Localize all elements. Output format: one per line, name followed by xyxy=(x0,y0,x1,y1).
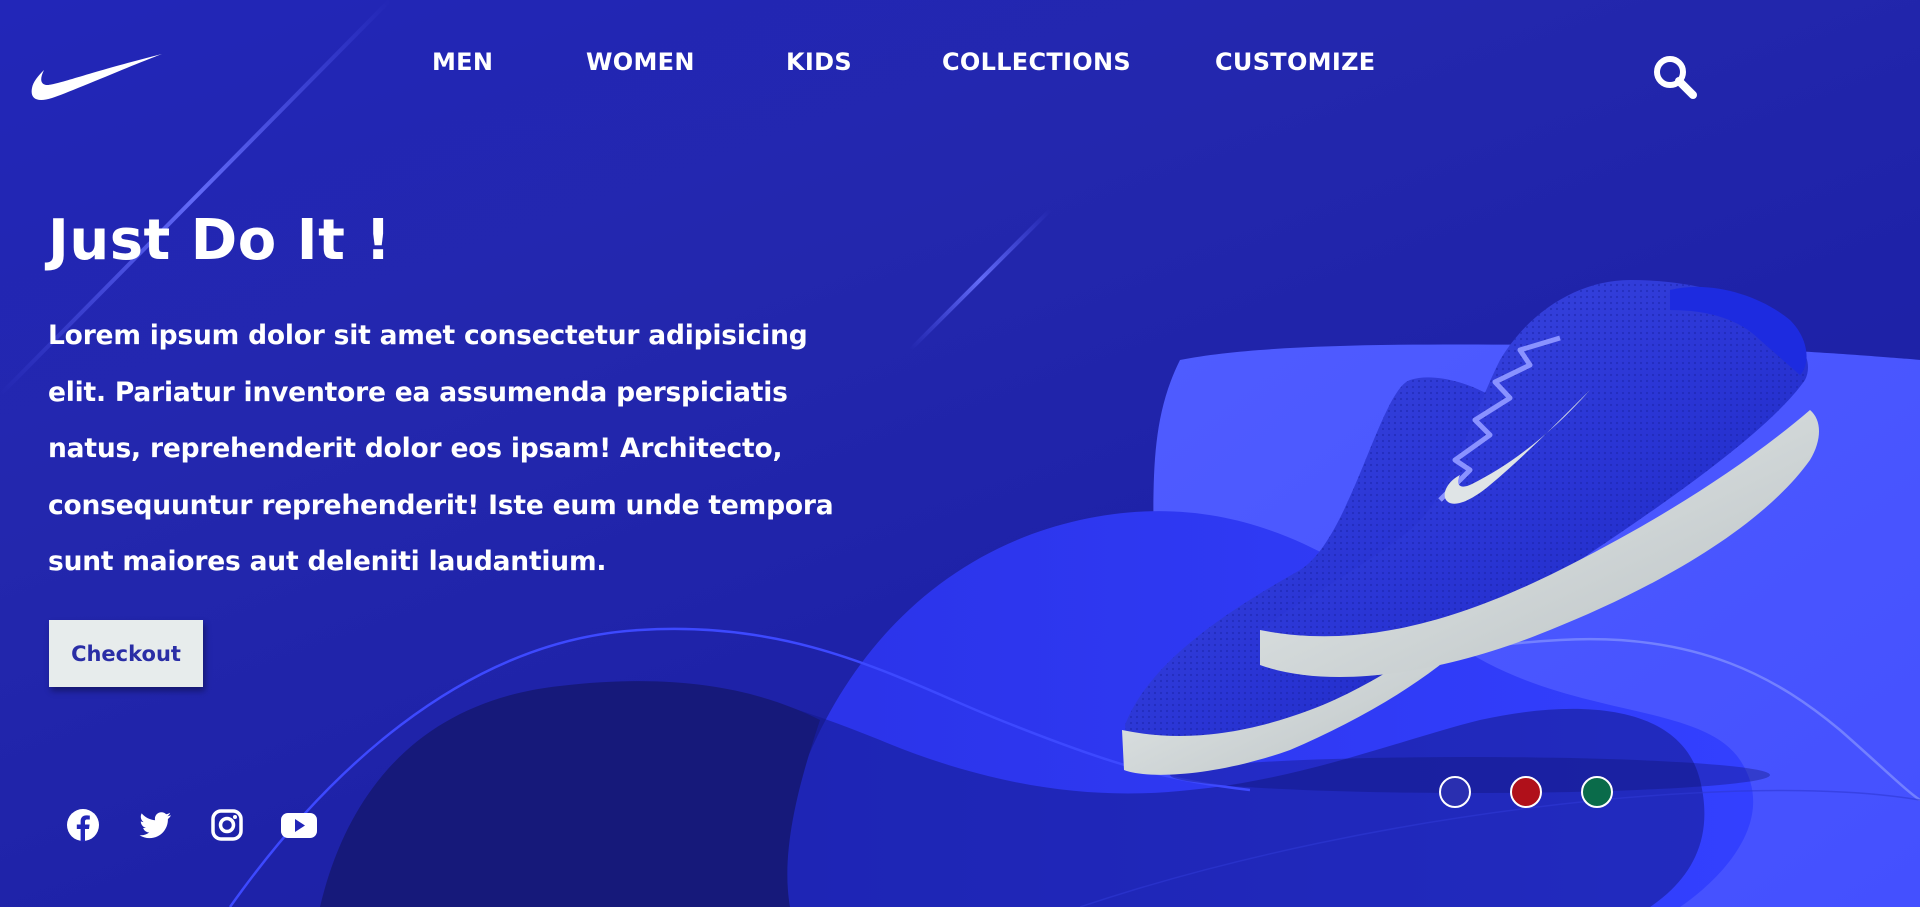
facebook-icon[interactable] xyxy=(66,808,100,842)
landing-page: MEN WOMEN KIDS COLLECTIONS CUSTOMIZE Jus… xyxy=(0,0,1920,907)
nav-item-men[interactable]: MEN xyxy=(432,48,493,76)
search-icon[interactable] xyxy=(1652,54,1698,100)
swoosh-logo-icon[interactable] xyxy=(30,52,162,104)
nav-item-women[interactable]: WOMEN xyxy=(586,48,695,76)
hero-title: Just Do It ! xyxy=(48,208,392,273)
nav-item-customize[interactable]: CUSTOMIZE xyxy=(1215,48,1375,76)
checkout-button[interactable]: Checkout xyxy=(49,620,203,687)
light-streak xyxy=(908,208,1052,352)
twitter-icon[interactable] xyxy=(138,808,172,842)
front-shoe xyxy=(1260,280,1819,678)
sneaker-product-image xyxy=(1122,280,1819,793)
dark-wave xyxy=(320,681,820,907)
nav-item-collections[interactable]: COLLECTIONS xyxy=(942,48,1131,76)
instagram-icon[interactable] xyxy=(210,808,244,842)
color-swatch-red[interactable] xyxy=(1510,776,1542,808)
nav-item-kids[interactable]: KIDS xyxy=(786,48,852,76)
youtube-icon[interactable] xyxy=(280,808,318,842)
color-swatch-blue[interactable] xyxy=(1439,776,1471,808)
color-swatch-green[interactable] xyxy=(1581,776,1613,808)
hero-description: Lorem ipsum dolor sit amet consectetur a… xyxy=(48,320,834,577)
